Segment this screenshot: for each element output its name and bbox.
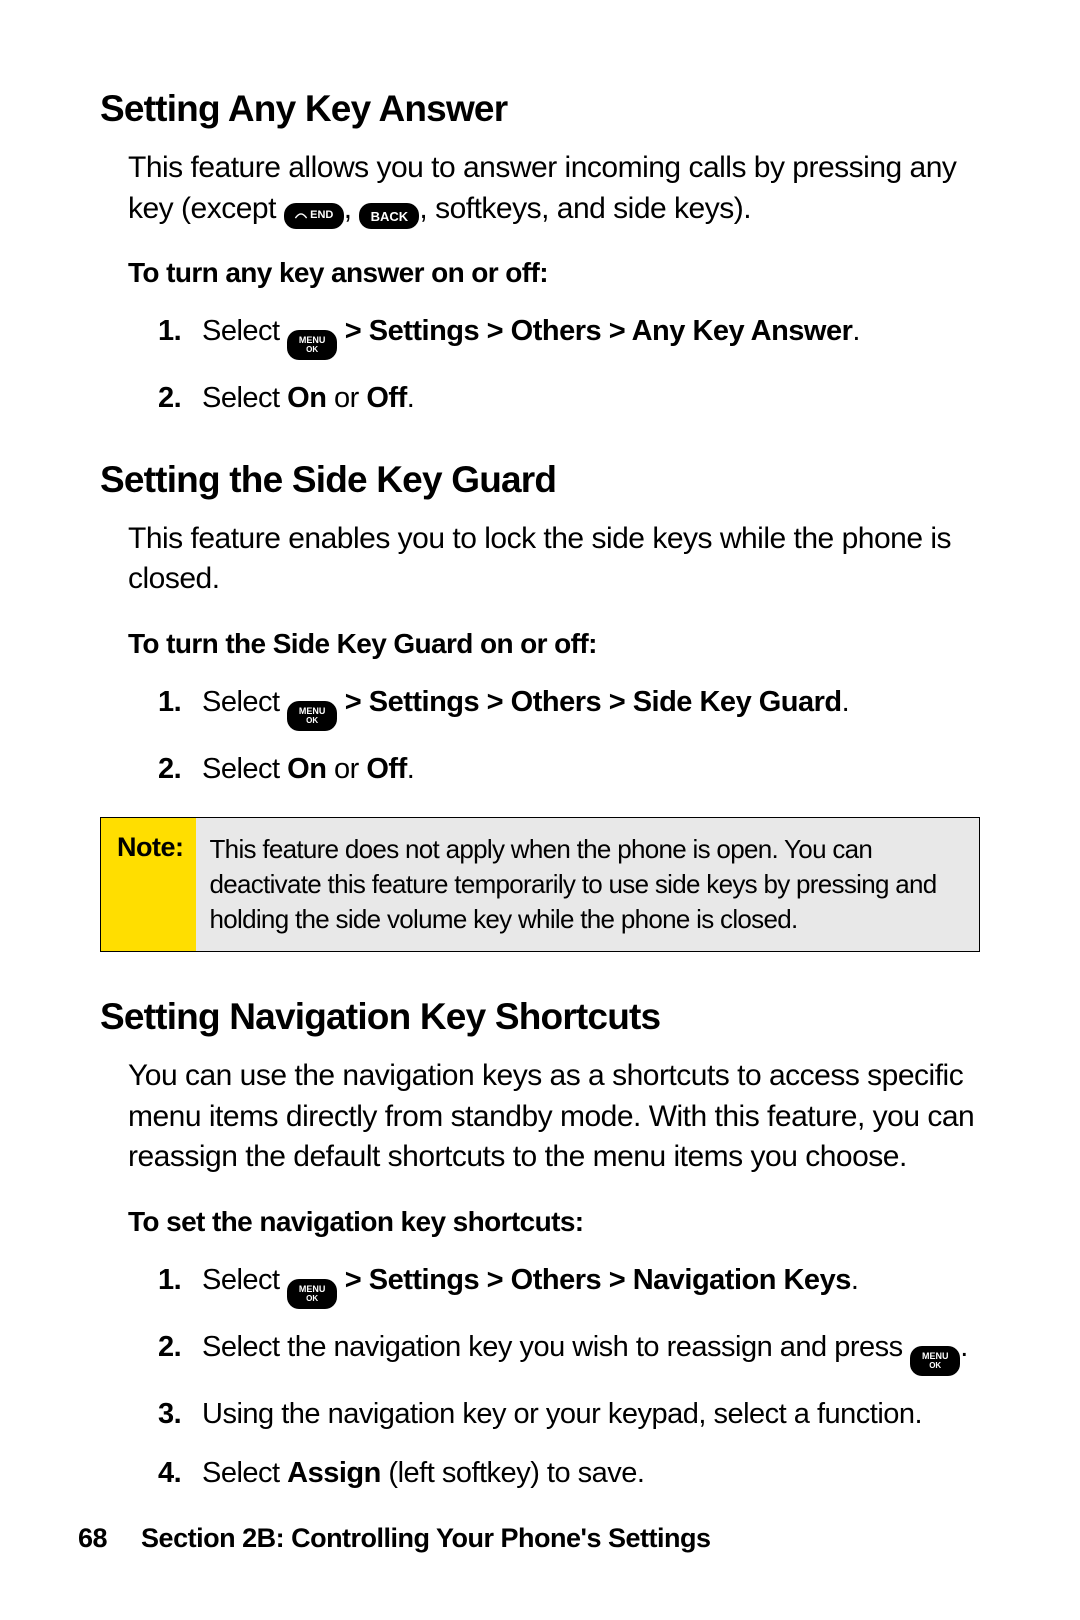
text-fragment: Select <box>202 1264 287 1296</box>
text-fragment: . <box>842 686 850 718</box>
manual-page: Setting Any Key Answer This feature allo… <box>0 0 1080 1620</box>
step-item: Using the navigation key or your keypad,… <box>158 1394 980 1435</box>
intro-side-key-guard: This feature enables you to lock the sid… <box>128 519 980 600</box>
page-number: 68 <box>78 1523 107 1553</box>
heading-any-key-answer: Setting Any Key Answer <box>100 88 980 130</box>
option-off: Off <box>366 382 406 414</box>
text-fragment: , softkeys, and side keys). <box>419 192 751 225</box>
subheading-side-key-onoff: To turn the Side Key Guard on or off: <box>128 628 980 660</box>
end-key-icon: END <box>284 203 344 229</box>
text-fragment: or <box>326 382 366 414</box>
menu-top: MENU <box>299 1285 326 1294</box>
text-fragment: Select <box>202 382 287 414</box>
option-on: On <box>287 753 326 785</box>
menu-bot: OK <box>306 1294 318 1303</box>
menu-top: MENU <box>299 707 326 716</box>
text-fragment: Select <box>202 686 287 718</box>
note-box: Note: This feature does not apply when t… <box>100 817 980 952</box>
text-fragment: Select <box>202 1457 287 1489</box>
step-item: Select MENUOK > Settings > Others > Navi… <box>158 1260 980 1309</box>
menu-top: MENU <box>922 1352 949 1361</box>
menu-path: > Settings > Others > Any Key Answer <box>337 315 852 347</box>
softkey-assign: Assign <box>287 1457 381 1489</box>
intro-any-key-answer: This feature allows you to answer incomi… <box>128 148 980 229</box>
menu-path: > Settings > Others > Navigation Keys <box>337 1264 851 1296</box>
option-on: On <box>287 382 326 414</box>
step-item: Select Assign (left softkey) to save. <box>158 1453 980 1494</box>
heading-side-key-guard: Setting the Side Key Guard <box>100 459 980 501</box>
text-fragment: Select <box>202 315 287 347</box>
heading-nav-shortcuts: Setting Navigation Key Shortcuts <box>100 996 980 1038</box>
text-fragment: Select <box>202 753 287 785</box>
text-fragment: , <box>344 192 360 225</box>
text-fragment: . <box>407 382 415 414</box>
step-item: Select MENUOK > Settings > Others > Any … <box>158 311 980 360</box>
menu-key-icon: MENUOK <box>287 701 337 731</box>
menu-bot: OK <box>929 1361 941 1370</box>
text-fragment: or <box>326 753 366 785</box>
menu-key-icon: MENUOK <box>910 1346 960 1376</box>
menu-key-icon: MENUOK <box>287 330 337 360</box>
text-fragment: . <box>851 1264 859 1296</box>
back-key-icon: BACK <box>359 203 419 229</box>
option-off: Off <box>366 753 406 785</box>
page-footer: 68 Section 2B: Controlling Your Phone's S… <box>78 1523 711 1554</box>
text-fragment: . <box>407 753 415 785</box>
step-item: Select On or Off. <box>158 749 980 790</box>
steps-any-key: Select MENUOK > Settings > Others > Any … <box>158 311 980 419</box>
steps-nav-shortcuts: Select MENUOK > Settings > Others > Navi… <box>158 1260 980 1493</box>
menu-key-icon: MENUOK <box>287 1279 337 1309</box>
menu-bot: OK <box>306 716 318 725</box>
section-title: Section 2B: Controlling Your Phone's Set… <box>141 1523 710 1553</box>
text-fragment: . <box>960 1331 968 1363</box>
note-label: Note: <box>101 818 196 951</box>
menu-path: > Settings > Others > Side Key Guard <box>337 686 841 718</box>
text-fragment: (left softkey) to save. <box>381 1457 645 1489</box>
menu-bot: OK <box>306 345 318 354</box>
step-item: Select On or Off. <box>158 378 980 419</box>
subheading-any-key-onoff: To turn any key answer on or off: <box>128 257 980 289</box>
subheading-nav-shortcuts: To set the navigation key shortcuts: <box>128 1206 980 1238</box>
end-key-label: END <box>310 210 333 221</box>
menu-top: MENU <box>299 336 326 345</box>
text-fragment: . <box>852 315 860 347</box>
steps-side-key: Select MENUOK > Settings > Others > Side… <box>158 682 980 790</box>
text-fragment: Select the navigation key you wish to re… <box>202 1331 910 1363</box>
note-text: This feature does not apply when the pho… <box>196 818 980 951</box>
intro-nav-shortcuts: You can use the navigation keys as a sho… <box>128 1056 980 1178</box>
step-item: Select MENUOK > Settings > Others > Side… <box>158 682 980 731</box>
step-item: Select the navigation key you wish to re… <box>158 1327 980 1376</box>
